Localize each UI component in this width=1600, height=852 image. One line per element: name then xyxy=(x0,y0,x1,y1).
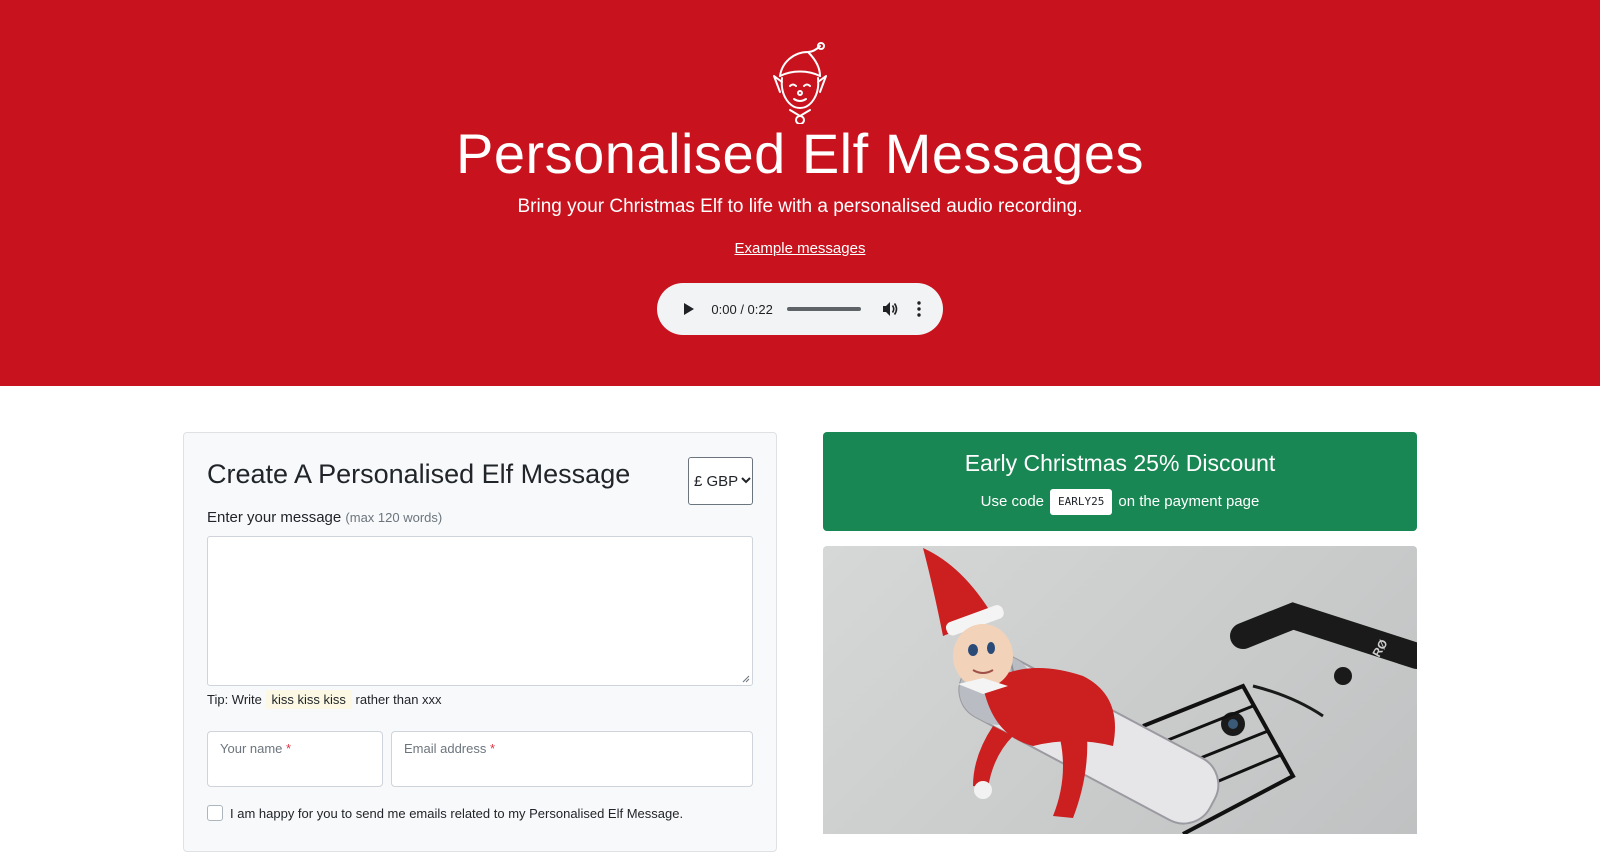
tip-prefix: Tip: Write xyxy=(207,692,262,707)
tip-suffix: rather than xxx xyxy=(355,692,442,707)
discount-banner: Early Christmas 25% Discount Use code EA… xyxy=(823,432,1417,531)
discount-before-code: Use code xyxy=(980,493,1045,510)
discount-line: Use code EARLY25 on the payment page xyxy=(823,488,1417,516)
name-field[interactable]: Your name * xyxy=(207,731,383,787)
message-tip: Tip: Write kiss kiss kiss rather than xx… xyxy=(207,690,442,710)
consent-checkbox[interactable] xyxy=(207,805,223,821)
play-icon[interactable] xyxy=(675,295,702,323)
chevron-down-icon xyxy=(741,476,751,487)
more-options-icon[interactable] xyxy=(910,297,929,321)
audio-seek-bar[interactable] xyxy=(786,307,862,311)
hero-banner: Personalised Elf Messages Bring your Chr… xyxy=(0,0,1600,386)
consent-row[interactable]: I am happy for you to send me emails rel… xyxy=(207,805,683,821)
tip-highlight: kiss kiss kiss xyxy=(265,690,352,709)
elf-face-icon xyxy=(773,42,827,124)
audio-time: 0:00 / 0:22 xyxy=(711,301,773,317)
page-subtitle: Bring your Christmas Elf to life with a … xyxy=(517,196,1083,217)
email-label: Email address * xyxy=(404,741,496,756)
volume-icon[interactable] xyxy=(879,297,902,321)
email-field[interactable]: Email address * xyxy=(391,731,753,787)
audio-player[interactable]: 0:00 / 0:22 xyxy=(657,283,943,335)
message-hint: (max 120 words) xyxy=(345,510,443,525)
currency-select[interactable]: £ GBP xyxy=(688,457,753,505)
discount-title: Early Christmas 25% Discount xyxy=(964,450,1276,476)
resize-handle-icon[interactable] xyxy=(742,675,750,683)
discount-after-code: on the payment page xyxy=(1118,493,1260,510)
message-label: Enter your message (max 120 words) xyxy=(207,507,442,529)
required-mark: * xyxy=(490,741,496,756)
form-title: Create A Personalised Elf Message xyxy=(207,459,631,489)
message-label-text: Enter your message xyxy=(207,509,342,526)
example-messages-link[interactable]: Example messages xyxy=(735,240,866,257)
discount-code: EARLY25 xyxy=(1050,489,1113,515)
create-message-card: Create A Personalised Elf Message £ GBP … xyxy=(183,432,777,852)
name-label: Your name * xyxy=(220,741,292,756)
message-textarea[interactable] xyxy=(207,536,753,686)
page-title: Personalised Elf Messages xyxy=(456,122,1144,185)
currency-value: £ GBP xyxy=(694,472,739,490)
consent-label: I am happy for you to send me emails rel… xyxy=(230,805,684,821)
required-mark: * xyxy=(286,741,292,756)
elf-photo-illustration: RØ xyxy=(923,548,1417,834)
elf-microphone-photo: RØ xyxy=(823,546,1417,834)
